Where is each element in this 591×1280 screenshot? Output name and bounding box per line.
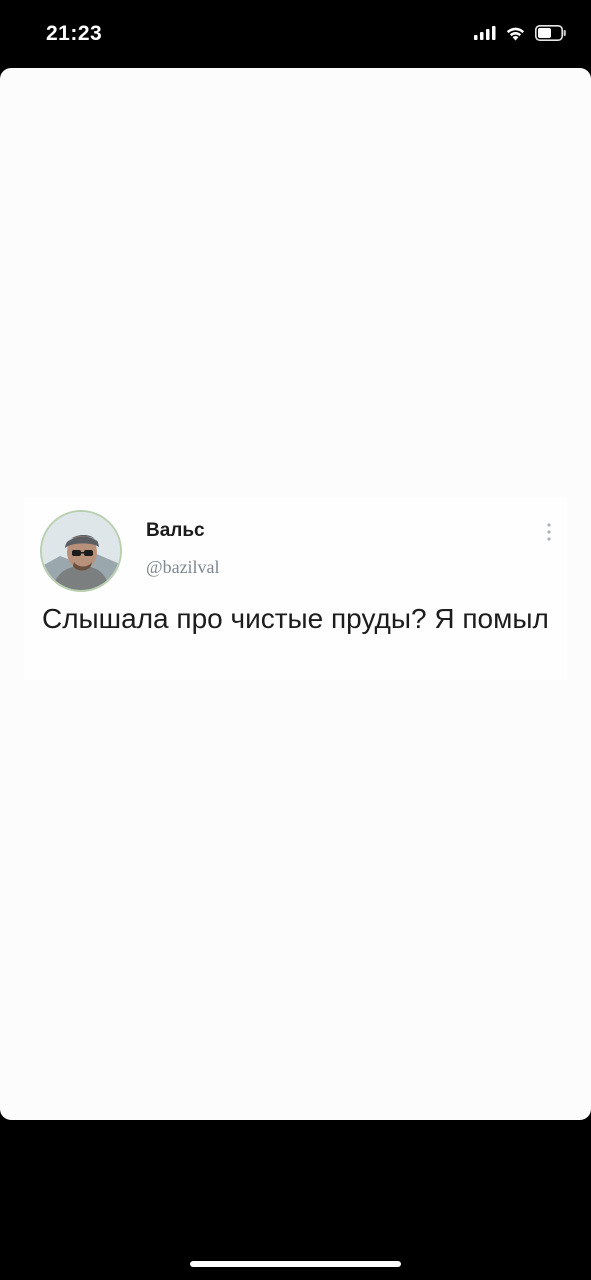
status-time: 21:23: [46, 22, 103, 45]
author-handle[interactable]: @bazilval: [146, 557, 220, 578]
tweet-text: Слышала про чистые пруды? Я помыл: [42, 603, 549, 634]
avatar[interactable]: [40, 510, 122, 592]
tweet[interactable]: Вальс @bazilval Слышала про чистые пруды…: [24, 498, 567, 680]
more-vertical-icon[interactable]: [545, 522, 553, 542]
home-indicator[interactable]: [190, 1261, 401, 1267]
status-bar: 21:23: [0, 0, 591, 68]
status-icons: [474, 25, 567, 41]
cellular-signal-icon: [474, 26, 496, 40]
battery-icon: [535, 25, 567, 41]
author-name[interactable]: Вальс: [146, 520, 205, 542]
screenshot-card: Вальс @bazilval Слышала про чистые пруды…: [0, 68, 591, 1120]
wifi-icon: [505, 25, 526, 41]
